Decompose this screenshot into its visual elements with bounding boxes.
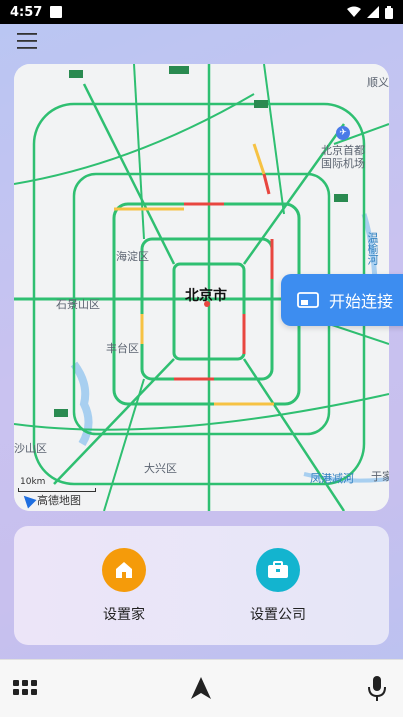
briefcase-icon	[268, 561, 288, 578]
map-label-yujia: 于家	[371, 470, 389, 483]
status-bar: 4:57	[0, 0, 403, 24]
map-label-beijing: 北京市	[185, 288, 227, 304]
status-icons	[347, 5, 393, 19]
navigation-arrow-icon	[191, 677, 211, 699]
bottom-toolbar	[0, 659, 403, 717]
voice-button[interactable]	[368, 676, 386, 706]
hamburger-icon	[17, 33, 37, 49]
amap-logo: 高德地图	[19, 491, 81, 509]
battery-icon	[385, 5, 393, 19]
map-label-haidian: 海淀区	[116, 250, 149, 263]
cast-icon	[297, 292, 319, 308]
wifi-icon	[347, 6, 361, 17]
map-label-shunyi: 顺义	[367, 76, 389, 89]
airport-icon: ✈	[336, 126, 350, 140]
signal-icon	[367, 6, 379, 18]
set-company-button[interactable]: 设置公司	[218, 548, 338, 624]
map-label-airport: 北京首都 国际机场	[321, 144, 365, 170]
map-label-wenyu: 温榆河	[366, 232, 379, 265]
start-connect-button[interactable]: 开始连接	[281, 274, 403, 326]
set-company-label: 设置公司	[250, 607, 306, 623]
home-icon-circle	[102, 548, 146, 592]
navigation-button[interactable]	[190, 676, 212, 704]
map-label-fengtai: 丰台区	[106, 342, 139, 355]
notification-icon	[50, 6, 63, 18]
map-label-fenggang: 凤港减河	[310, 472, 354, 485]
quick-places-card: 设置家 设置公司	[14, 526, 389, 645]
set-home-button[interactable]: 设置家	[64, 548, 184, 624]
set-home-label: 设置家	[103, 607, 145, 623]
map-scale-text: 10km	[20, 477, 46, 487]
microphone-icon	[368, 676, 386, 701]
apps-grid-button[interactable]	[13, 680, 37, 700]
map-label-daxing: 大兴区	[144, 462, 177, 475]
apps-grid-icon	[13, 680, 37, 695]
start-connect-label: 开始连接	[329, 292, 394, 311]
amap-arrow-icon	[19, 491, 37, 509]
map-label-mentougou: 沙山区	[14, 442, 47, 455]
company-icon-circle	[256, 548, 300, 592]
status-time: 4:57	[10, 4, 43, 20]
menu-button[interactable]	[15, 31, 41, 51]
home-icon	[116, 562, 132, 578]
map-label-shijingshan: 石景山区	[56, 298, 100, 311]
amap-logo-text: 高德地图	[37, 494, 81, 507]
